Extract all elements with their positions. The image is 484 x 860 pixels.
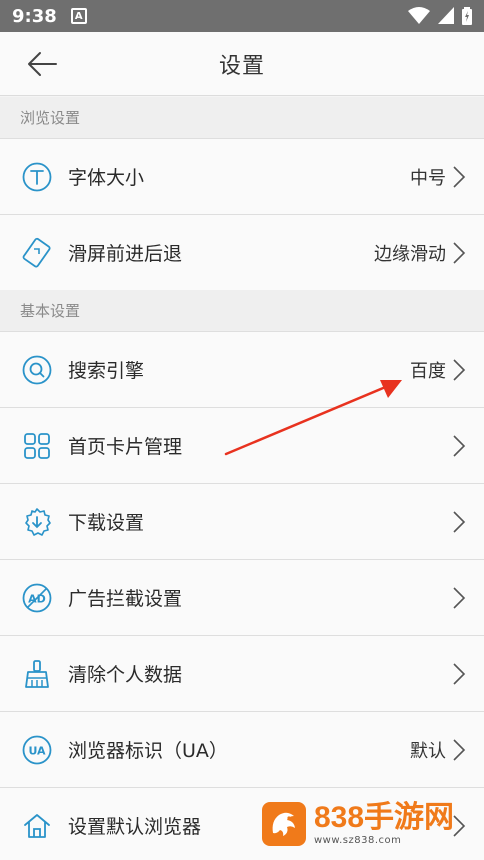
section-header-browse: 浏览设置	[0, 97, 484, 139]
row-value: 默认	[410, 740, 446, 762]
settings-row-font-size[interactable]: 字体大小 中号	[0, 139, 484, 215]
settings-row-clear-data[interactable]: 清除个人数据	[0, 636, 484, 712]
settings-row-ad-block[interactable]: AD 广告拦截设置	[0, 560, 484, 636]
ua-icon: UA	[21, 734, 53, 766]
settings-row-user-agent[interactable]: UA 浏览器标识（UA） 默认	[0, 712, 484, 788]
chevron-right-icon	[452, 358, 466, 382]
search-icon	[21, 354, 53, 386]
chevron-right-icon	[452, 165, 466, 189]
row-label: 浏览器标识（UA）	[68, 740, 228, 762]
row-label: 下载设置	[68, 512, 145, 534]
settings-row-swipe[interactable]: 滑屏前进后退 边缘滑动	[0, 215, 484, 291]
row-label: 滑屏前进后退	[68, 243, 183, 265]
broom-icon	[21, 658, 53, 690]
site-watermark: 838手游网 www.sz838.com	[262, 798, 462, 850]
signal-icon	[438, 7, 454, 25]
chevron-right-icon	[452, 738, 466, 762]
row-label: 搜索引擎	[68, 360, 145, 382]
watermark-brand: 838手游网	[314, 800, 455, 834]
svg-text:AD: AD	[28, 593, 46, 606]
back-arrow-icon[interactable]	[26, 50, 58, 78]
chevron-right-icon	[452, 662, 466, 686]
settings-row-search-engine[interactable]: 搜索引擎 百度	[0, 332, 484, 408]
status-time: 9:38	[12, 5, 57, 27]
settings-row-download[interactable]: 下载设置	[0, 484, 484, 560]
watermark-url: www.sz838.com	[314, 834, 402, 846]
chevron-right-icon	[452, 434, 466, 458]
chevron-right-icon	[452, 241, 466, 265]
home-icon	[21, 810, 53, 842]
section-header-basic: 基本设置	[0, 290, 484, 332]
dragon-logo-icon	[262, 802, 306, 846]
battery-icon	[462, 7, 472, 25]
status-bar: 9:38 A	[0, 0, 484, 32]
settings-row-home-cards[interactable]: 首页卡片管理	[0, 408, 484, 484]
page-title: 设置	[218, 53, 265, 79]
row-label: 清除个人数据	[68, 664, 183, 686]
chevron-right-icon	[452, 510, 466, 534]
row-label: 字体大小	[68, 167, 145, 189]
row-label: 广告拦截设置	[68, 588, 183, 610]
grid-icon	[21, 430, 53, 462]
row-value: 百度	[410, 360, 446, 382]
wifi-icon	[408, 7, 430, 25]
row-label: 设置默认浏览器	[68, 816, 202, 838]
svg-text:UA: UA	[28, 745, 46, 758]
chevron-right-icon	[452, 586, 466, 610]
swipe-gesture-icon	[21, 237, 53, 269]
row-value: 中号	[410, 167, 446, 189]
top-toolbar: 设置	[0, 32, 484, 96]
row-label: 首页卡片管理	[68, 436, 183, 458]
notification-icon: A	[70, 8, 87, 24]
row-value: 边缘滑动	[374, 243, 446, 265]
ad-block-icon: AD	[21, 582, 53, 614]
font-size-icon	[21, 161, 53, 193]
download-icon	[21, 506, 53, 538]
